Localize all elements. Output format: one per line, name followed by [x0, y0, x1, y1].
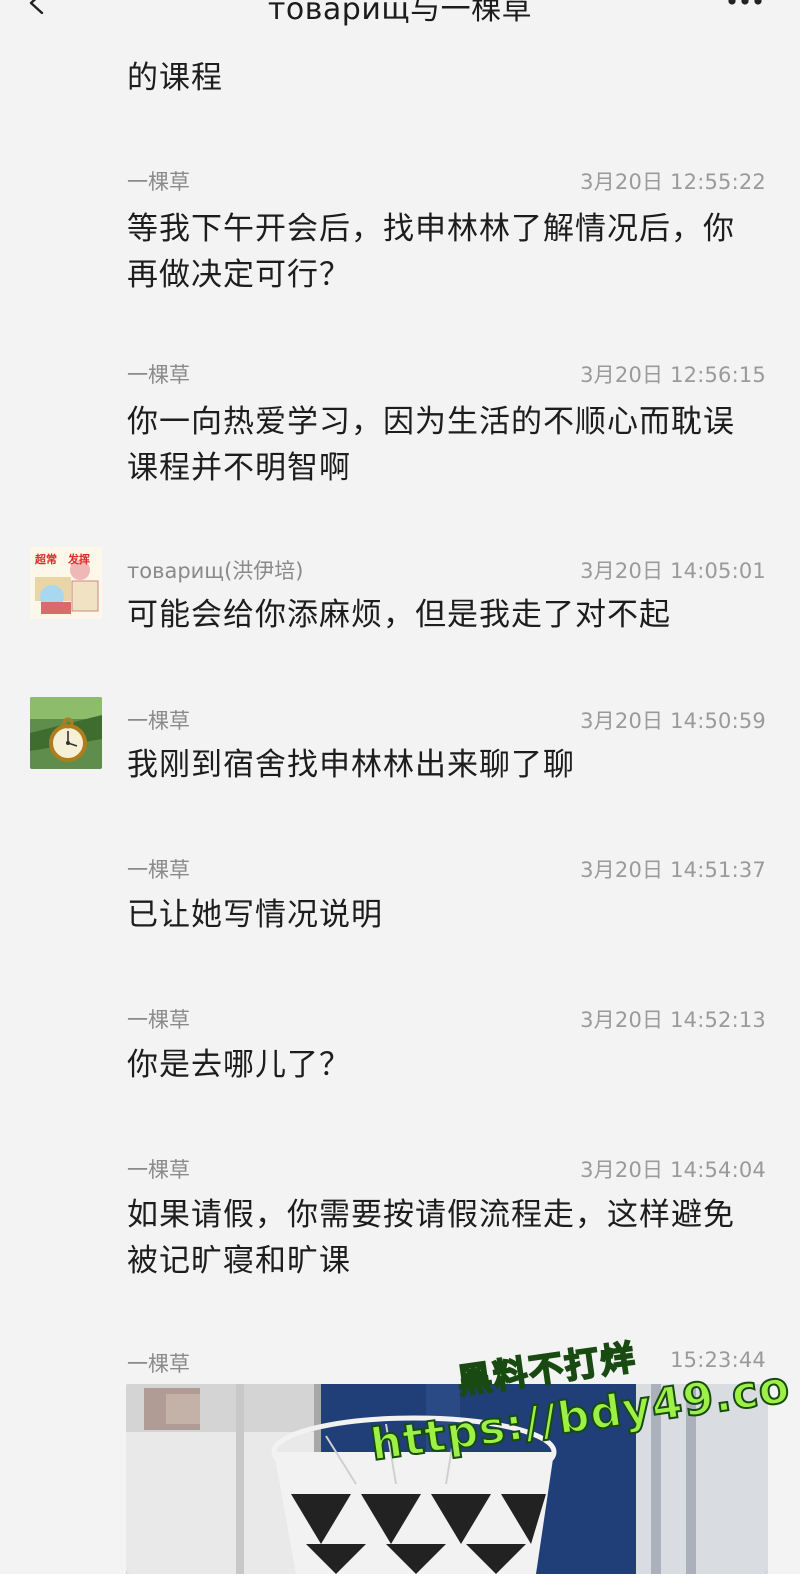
sticker-avatar[interactable]: 超常 发挥 [30, 547, 102, 619]
message-sender: 一棵草 [127, 363, 190, 387]
message-time: 3月20日 12:55:22 [580, 170, 766, 194]
message-time: 3月20日 14:05:01 [580, 559, 766, 583]
message-sender: 一棵草 [127, 1352, 190, 1376]
message-sender: товарищ(洪伊培) [127, 559, 304, 583]
message-time: 3月20日 14:52:13 [580, 1008, 766, 1032]
message-sender: 一棵草 [127, 1158, 190, 1182]
message-text: 的课程 [127, 60, 223, 96]
message-text: 你一向热爱学习，因为生活的不顺心而耽误课程并不明智啊 [127, 404, 735, 486]
message-sender: 一棵草 [127, 1008, 190, 1032]
message-text: 我刚到宿舍找申林林出来聊了聊 [127, 747, 575, 783]
message-text: 你是去哪儿了？ [127, 1047, 351, 1083]
pocket-watch-avatar[interactable] [30, 697, 102, 769]
message-time: 3月20日 14:50:59 [580, 709, 766, 733]
chat-area: 的课程 一棵草 3月20日 12:55:22 等我下午开会后，找申林林了解情况后… [0, 0, 800, 1574]
message-text: 已让她写情况说明 [127, 897, 383, 933]
svg-text:发挥: 发挥 [67, 552, 90, 566]
message-time: 3月20日 12:56:15 [580, 363, 766, 387]
message-time: 15:23:44 [670, 1348, 766, 1372]
message-text: 可能会给你添麻烦，但是我走了对不起 [127, 597, 671, 633]
dorm-photo[interactable] [126, 1384, 768, 1574]
message-text: 等我下午开会后，找申林林了解情况后，你再做决定可行？ [127, 211, 735, 293]
message-text: 如果请假，你需要按请假流程走，这样避免被记旷寝和旷课 [127, 1197, 735, 1279]
message-sender: 一棵草 [127, 170, 190, 194]
svg-text:超常: 超常 [34, 552, 57, 566]
message-sender: 一棵草 [127, 858, 190, 882]
message-sender: 一棵草 [127, 709, 190, 733]
message-time: 3月20日 14:54:04 [580, 1158, 766, 1182]
message-time: 3月20日 14:51:37 [580, 858, 766, 882]
